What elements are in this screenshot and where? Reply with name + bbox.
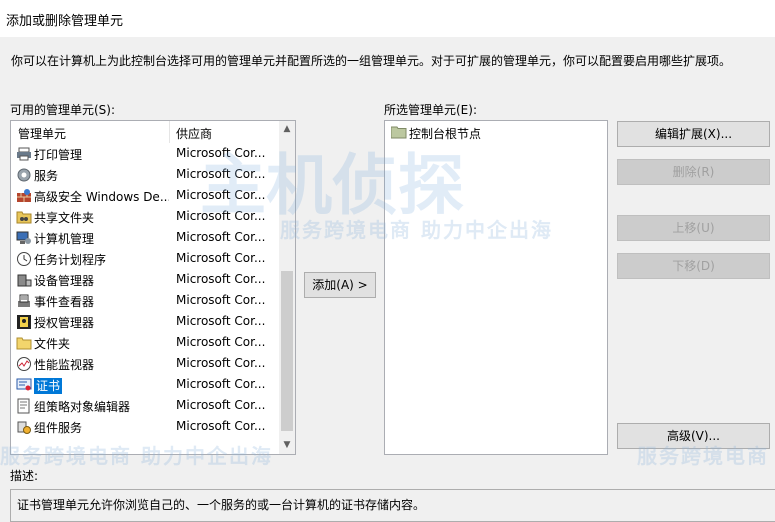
scroll-thumb[interactable]: [281, 271, 293, 431]
description-text: 证书管理单元允许你浏览自己的、一个服务的或一台计算机的证书存储内容。: [17, 498, 426, 512]
move-down-button[interactable]: 下移(D): [617, 253, 770, 279]
firewall-icon: [16, 188, 32, 204]
snapin-vendor: Microsoft Cor...: [176, 377, 266, 391]
edit-extensions-button[interactable]: 编辑扩展(X)...: [617, 121, 770, 147]
snapin-name: 事件查看器: [34, 295, 95, 309]
snapin-name: 计算机管理: [34, 232, 95, 246]
folder-icon: [391, 126, 407, 139]
remove-button[interactable]: 删除(R): [617, 159, 770, 185]
shared-folder-icon: [16, 209, 32, 225]
description-label: 描述:: [10, 469, 39, 483]
list-item[interactable]: 授权管理器 Microsoft Cor...: [11, 311, 278, 332]
authorization-icon: [16, 314, 32, 330]
snapin-name: 授权管理器: [34, 316, 95, 330]
snapin-name: 组策略对象编辑器: [34, 400, 131, 414]
window-title: 添加或删除管理单元: [6, 14, 124, 29]
snapin-name: 高级安全 Windows De...: [34, 190, 169, 204]
computer-management-icon: [16, 230, 32, 246]
list-item[interactable]: 事件查看器 Microsoft Cor...: [11, 290, 278, 311]
list-item[interactable]: 组件服务 Microsoft Cor...: [11, 416, 278, 437]
add-button[interactable]: 添加(A) >: [304, 272, 376, 298]
printer-icon: [16, 146, 32, 162]
selected-snapins-list[interactable]: 控制台根节点: [384, 120, 608, 455]
snapin-vendor: Microsoft Cor...: [176, 209, 266, 223]
snapin-vendor: Microsoft Cor...: [176, 188, 266, 202]
certificate-icon: [16, 377, 32, 393]
device-manager-icon: [16, 272, 32, 288]
list-item[interactable]: 高级安全 Windows De... Microsoft Cor...: [11, 185, 278, 206]
column-header-vendor[interactable]: 供应商: [176, 125, 212, 142]
snapin-name: 组件服务: [34, 421, 83, 435]
title-bar: 添加或删除管理单元: [0, 0, 775, 37]
advanced-button[interactable]: 高级(V)...: [617, 423, 770, 449]
component-services-icon: [16, 419, 32, 435]
list-item[interactable]: 证书 Microsoft Cor...: [11, 374, 278, 395]
snapin-vendor: Microsoft Cor...: [176, 419, 266, 433]
list-item[interactable]: 计算机管理 Microsoft Cor...: [11, 227, 278, 248]
snapin-vendor: Microsoft Cor...: [176, 167, 266, 181]
folder-icon: [16, 335, 32, 351]
snapin-name: 设备管理器: [34, 274, 95, 288]
tree-item-label: 控制台根节点: [409, 127, 482, 141]
description-box: 证书管理单元允许你浏览自己的、一个服务的或一台计算机的证书存储内容。: [10, 489, 775, 522]
snapin-vendor: Microsoft Cor...: [176, 356, 266, 370]
snapin-name: 打印管理: [34, 148, 83, 162]
list-header: 管理单元 供应商: [11, 121, 278, 143]
list-item[interactable]: 服务 Microsoft Cor...: [11, 164, 278, 185]
snapin-name: 共享文件夹: [34, 211, 95, 225]
snapin-name: 证书: [34, 378, 63, 394]
snapin-vendor: Microsoft Cor...: [176, 398, 266, 412]
snapin-vendor: Microsoft Cor...: [176, 335, 266, 349]
scroll-down-icon[interactable]: ▼: [279, 437, 295, 454]
column-header-name[interactable]: 管理单元: [18, 125, 66, 142]
dialog-body: 你可以在计算机上为此控制台选择可用的管理单元并配置所选的一组管理单元。对于可扩展…: [0, 37, 775, 522]
selected-label: 所选管理单元(E):: [384, 103, 477, 117]
column-separator: [169, 121, 170, 143]
available-label: 可用的管理单元(S):: [10, 103, 116, 117]
snapin-vendor: Microsoft Cor...: [176, 146, 266, 160]
snapin-name: 性能监视器: [34, 358, 95, 372]
list-scrollbar[interactable]: ▲ ▼: [279, 121, 295, 454]
snapin-vendor: Microsoft Cor...: [176, 314, 266, 328]
list-item[interactable]: 性能监视器 Microsoft Cor...: [11, 353, 278, 374]
snapin-vendor: Microsoft Cor...: [176, 230, 266, 244]
list-item[interactable]: 文件夹 Microsoft Cor...: [11, 332, 278, 353]
available-snapins-list[interactable]: 管理单元 供应商 打印管理 Microsoft Cor... 服务 Micros…: [10, 120, 296, 455]
snapin-name: 文件夹: [34, 337, 71, 351]
snapin-name: 任务计划程序: [34, 253, 107, 267]
list-item[interactable]: 任务计划程序 Microsoft Cor...: [11, 248, 278, 269]
snapin-name: 服务: [34, 169, 59, 183]
snapin-vendor: Microsoft Cor...: [176, 251, 266, 265]
list-item[interactable]: 组策略对象编辑器 Microsoft Cor...: [11, 395, 278, 416]
event-viewer-icon: [16, 293, 32, 309]
performance-monitor-icon: [16, 356, 32, 372]
list-item[interactable]: 设备管理器 Microsoft Cor...: [11, 269, 278, 290]
move-up-button[interactable]: 上移(U): [617, 215, 770, 241]
gear-icon: [16, 167, 32, 183]
scroll-up-icon[interactable]: ▲: [279, 121, 295, 138]
snapin-vendor: Microsoft Cor...: [176, 293, 266, 307]
list-item[interactable]: 共享文件夹 Microsoft Cor...: [11, 206, 278, 227]
snapin-vendor: Microsoft Cor...: [176, 272, 266, 286]
intro-text: 你可以在计算机上为此控制台选择可用的管理单元并配置所选的一组管理单元。对于可扩展…: [11, 54, 732, 68]
snapin-rows: 打印管理 Microsoft Cor... 服务 Microsoft Cor..…: [11, 143, 278, 437]
clock-icon: [16, 251, 32, 267]
group-policy-icon: [16, 398, 32, 414]
list-item[interactable]: 打印管理 Microsoft Cor...: [11, 143, 278, 164]
